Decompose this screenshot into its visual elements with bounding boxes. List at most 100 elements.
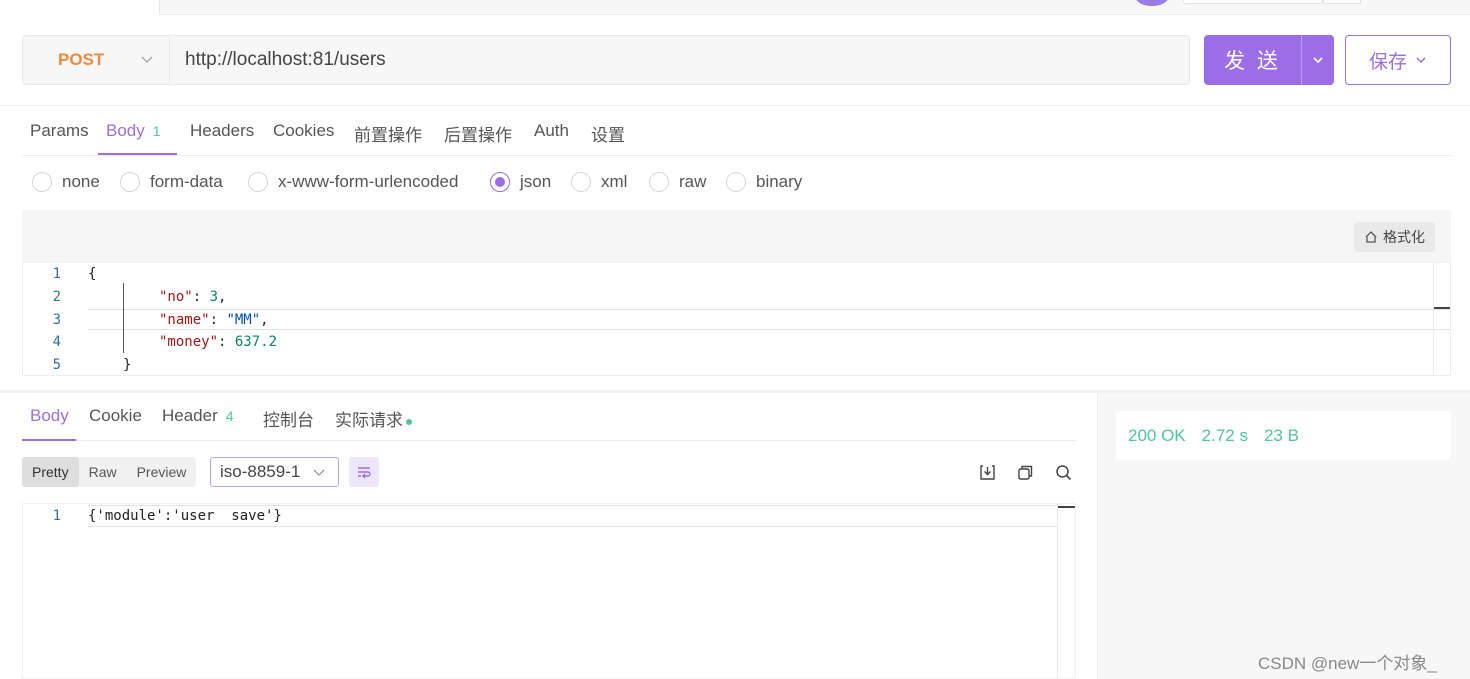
tab-label: 实际请求 (335, 411, 403, 430)
request-tabs: Params Body 1 Headers Cookies 前置操作 后置操作 A… (22, 106, 1452, 156)
word-wrap-button[interactable] (349, 457, 379, 487)
scrollbar-cursor-marker (1058, 506, 1075, 508)
save-button-label: 保存 (1368, 51, 1407, 73)
top-tab-strip (0, 0, 1470, 15)
tab-label: Header (162, 406, 218, 425)
tab-body[interactable]: Body 1 (106, 121, 161, 141)
radio-label: x-www-form-urlencoded (278, 172, 459, 191)
mode-raw[interactable]: Raw (79, 457, 127, 487)
line-number: 3 (52, 312, 61, 328)
radio-circle-selected (490, 172, 510, 192)
download-button[interactable] (977, 462, 997, 482)
tab-cookies[interactable]: Cookies (273, 121, 334, 141)
tab-body-label: Body (106, 121, 145, 140)
line-number: 1 (52, 508, 61, 524)
line-number: 1 (52, 266, 61, 282)
chevron-down-icon (312, 464, 326, 484)
tab-settings[interactable]: 设置 (591, 121, 625, 146)
response-scrollbar[interactable] (1057, 504, 1075, 678)
active-tab[interactable] (0, 0, 160, 15)
code-line: { (88, 266, 97, 282)
copy-button[interactable] (1015, 462, 1035, 482)
radio-binary[interactable]: binary (726, 172, 802, 192)
view-mode-switch: Pretty Raw Preview (22, 457, 197, 487)
editor-toolbar: 格式化 (22, 210, 1451, 262)
search-button[interactable] (1053, 462, 1073, 482)
json-comma: , (218, 289, 227, 305)
json-comma: , (260, 312, 269, 328)
tab-response-body[interactable]: Body (30, 406, 69, 426)
method-select[interactable]: POST (23, 36, 170, 84)
tab-post-request[interactable]: 后置操作 (444, 121, 512, 146)
send-button-label: 发 送 (1204, 35, 1302, 85)
active-tab-indicator (22, 439, 76, 441)
request-body-editor[interactable]: 1 2 3 4 5 { "no": 3, "name": "MM", "mone… (22, 262, 1451, 376)
response-tabs: Body Cookie Header 4 控制台 实际请求 (22, 393, 1076, 441)
radio-raw[interactable]: raw (649, 172, 706, 192)
response-size: 23 B (1263, 425, 1299, 445)
json-colon: : (209, 312, 227, 328)
send-options-button[interactable] (1302, 35, 1334, 85)
json-key: "money" (159, 334, 219, 350)
tab-count-badge: 1 (152, 123, 161, 139)
send-button[interactable]: 发 送 (1204, 35, 1334, 85)
scrollbar-cursor-marker (1434, 307, 1450, 309)
mode-pretty[interactable]: Pretty (22, 457, 79, 487)
format-button-label: 格式化 (1383, 229, 1425, 245)
radio-form-data[interactable]: form-data (120, 172, 223, 192)
tab-response-cookie[interactable]: Cookie (89, 406, 142, 426)
json-colon: : (192, 289, 210, 305)
status-code: 200 OK (1128, 425, 1186, 445)
tab-auth[interactable]: Auth (534, 121, 569, 141)
response-body-viewer[interactable]: 1 {'module':'user save'} (22, 503, 1076, 679)
tab-headers[interactable]: Headers (190, 121, 254, 141)
line-number: 4 (52, 334, 61, 350)
watermark: CSDN @new一个对象_ (1258, 654, 1437, 673)
radio-circle (726, 172, 746, 192)
active-tab-indicator (98, 153, 177, 155)
line-number: 5 (52, 357, 61, 373)
tab-response-header[interactable]: Header 4 (162, 406, 234, 426)
status-card: 200 OK 2.72 s 23 B (1116, 411, 1451, 460)
json-key: "name" (159, 312, 210, 328)
url-input[interactable]: http://localhost:81/users (170, 49, 386, 71)
line-number: 2 (52, 289, 61, 305)
tab-console[interactable]: 控制台 (263, 406, 314, 431)
mode-preview[interactable]: Preview (127, 457, 197, 487)
radio-circle (649, 172, 669, 192)
wrap-icon (358, 467, 371, 479)
radio-label: xml (601, 172, 628, 191)
radio-none[interactable]: none (32, 172, 100, 192)
radio-circle (248, 172, 268, 192)
api-client-window: POST http://localhost:81/users 发 送 保存 Pa… (0, 0, 1470, 679)
response-meta-panel: 200 OK 2.72 s 23 B (1097, 393, 1470, 679)
tab-actual-request[interactable]: 实际请求 (335, 406, 412, 431)
json-key: "no" (159, 289, 193, 305)
url-bar: POST http://localhost:81/users (22, 35, 1190, 85)
environment-settings-button[interactable] (1323, 0, 1361, 4)
radio-x-www-form-urlencoded[interactable]: x-www-form-urlencoded (248, 172, 458, 192)
response-time: 2.72 s (1201, 425, 1248, 445)
avatar[interactable] (1135, 0, 1169, 6)
format-button[interactable]: 格式化 (1354, 222, 1435, 252)
radio-json[interactable]: json (490, 172, 551, 192)
save-button[interactable]: 保存 (1345, 35, 1451, 85)
method-label: POST (58, 50, 105, 69)
editor-scrollbar[interactable] (1433, 263, 1450, 375)
radio-circle (571, 172, 591, 192)
download-icon (979, 464, 995, 480)
encoding-select[interactable]: iso-8859-1 (210, 457, 339, 487)
radio-label: raw (679, 172, 707, 191)
environment-select[interactable] (1183, 0, 1323, 4)
code-line: "no": 3, (159, 289, 226, 305)
format-icon (1365, 231, 1377, 243)
json-colon: : (218, 334, 235, 350)
radio-xml[interactable]: xml (571, 172, 627, 192)
status-dot (406, 418, 412, 425)
tab-pre-request[interactable]: 前置操作 (354, 121, 422, 146)
tab-params[interactable]: Params (30, 121, 89, 141)
code-line: } (123, 357, 132, 373)
radio-circle (32, 172, 52, 192)
json-value: 637.2 (234, 334, 278, 350)
code-line: "money": 637.2 (159, 334, 277, 350)
